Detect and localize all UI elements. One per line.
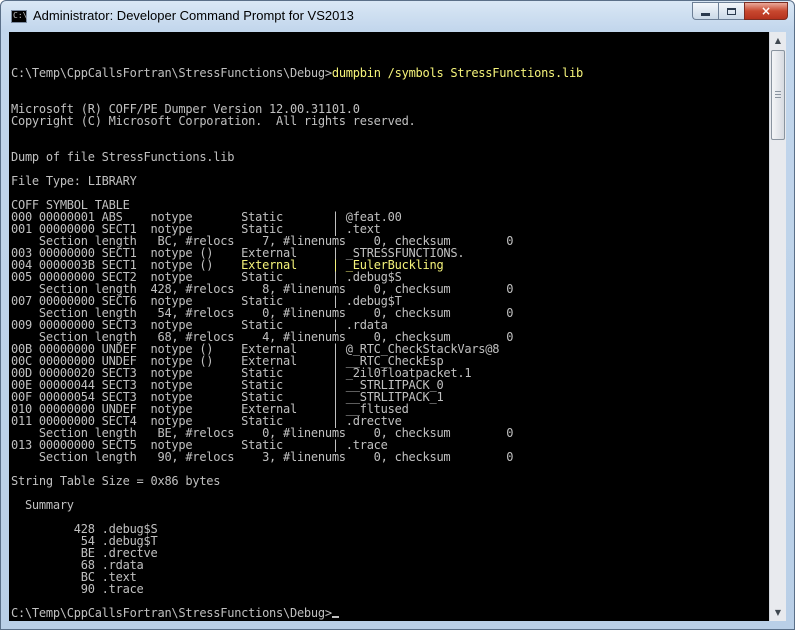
- console-line-text: C:\Temp\CppCallsFortran\StressFunctions\…: [11, 606, 332, 620]
- console-line-text: 90 .trace: [11, 582, 144, 596]
- scroll-down-arrow-icon[interactable]: ▼: [770, 604, 786, 621]
- console-output[interactable]: C:\Temp\CppCallsFortran\StressFunctions\…: [9, 32, 769, 621]
- console-icon[interactable]: C:\: [11, 10, 27, 23]
- console-line-text: String Table Size = 0x86 bytes: [11, 474, 221, 488]
- console-icon-text: C:\: [13, 11, 28, 20]
- text-cursor: [331, 616, 339, 618]
- output-lines: Microsoft (R) COFF/PE Dumper Version 12.…: [11, 103, 583, 619]
- console-line: Copyright (C) Microsoft Corporation. All…: [11, 115, 583, 127]
- close-button[interactable]: ×: [744, 2, 788, 20]
- title-bar[interactable]: C:\ Administrator: Developer Command Pro…: [1, 1, 794, 32]
- caption-buttons: ×: [692, 2, 788, 21]
- command-text: dumpbin /symbols StressFunctions.lib: [331, 66, 583, 80]
- console-line: 90 .trace: [11, 583, 583, 595]
- scrollbar-thumb[interactable]: [771, 50, 785, 140]
- thumb-grip-line: [775, 97, 781, 98]
- prompt-path: C:\Temp\CppCallsFortran\StressFunctions\…: [11, 66, 332, 80]
- console-line: File Type: LIBRARY: [11, 175, 583, 187]
- minimize-button[interactable]: [692, 2, 718, 20]
- console-line-text: Section length 90, #relocs 3, #linenums …: [11, 450, 514, 464]
- maximize-button[interactable]: [718, 2, 744, 20]
- console-line: Dump of file StressFunctions.lib: [11, 151, 583, 163]
- console-line-text: Copyright (C) Microsoft Corporation. All…: [11, 114, 416, 128]
- scroll-up-arrow-icon[interactable]: ▲: [770, 32, 786, 49]
- thumb-grip-line: [775, 91, 781, 92]
- console-line-text: Dump of file StressFunctions.lib: [11, 150, 235, 164]
- vertical-scrollbar[interactable]: ▲ ▼: [769, 32, 786, 621]
- minimize-icon: [701, 12, 710, 16]
- console-window: C:\ Administrator: Developer Command Pro…: [0, 0, 795, 630]
- maximize-icon: [727, 7, 736, 15]
- console-line: String Table Size = 0x86 bytes: [11, 475, 583, 487]
- console-line-text: File Type: LIBRARY: [11, 174, 137, 188]
- console-line-text: Summary: [11, 498, 74, 512]
- thumb-grip-line: [775, 94, 781, 95]
- console-line: Section length 90, #relocs 3, #linenums …: [11, 451, 583, 463]
- window-title: Administrator: Developer Command Prompt …: [33, 8, 354, 23]
- console-line: Summary: [11, 499, 583, 511]
- console-text: C:\Temp\CppCallsFortran\StressFunctions\…: [11, 43, 583, 621]
- command-line: C:\Temp\CppCallsFortran\StressFunctions\…: [11, 67, 583, 79]
- console-line: C:\Temp\CppCallsFortran\StressFunctions\…: [11, 607, 583, 619]
- close-icon: ×: [760, 4, 772, 18]
